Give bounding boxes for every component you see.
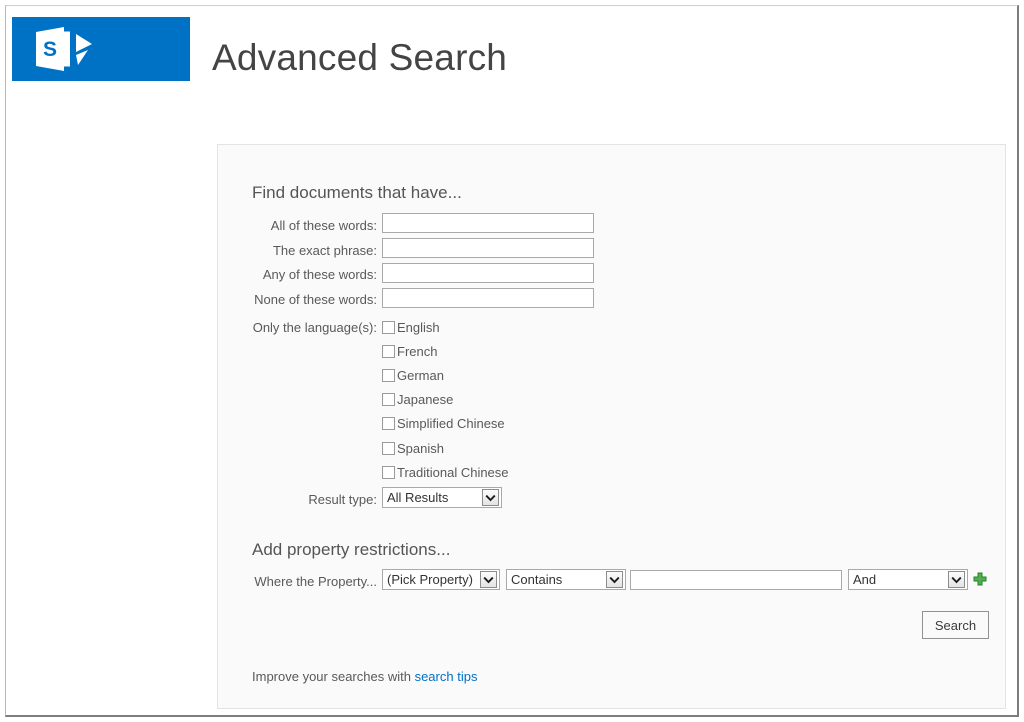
language-checkbox-list: English French German Japanese Simplifie…	[382, 315, 509, 484]
checkbox-english[interactable]	[382, 320, 395, 334]
language-label-japanese: Japanese	[397, 392, 454, 408]
property-conjunction-select[interactable]: And	[848, 569, 968, 590]
search-button[interactable]: Search	[922, 611, 989, 639]
language-option-spanish[interactable]: Spanish	[382, 436, 509, 460]
sharepoint-logo-tile: S	[12, 17, 190, 81]
property-operator-select[interactable]: Contains	[506, 569, 626, 590]
all-words-label: All of these words:	[270, 218, 377, 233]
chevron-down-icon[interactable]	[606, 571, 623, 588]
chevron-down-icon[interactable]	[948, 571, 965, 588]
language-label-english: English	[397, 319, 440, 335]
page-title: Advanced Search	[212, 37, 508, 78]
result-type-value: All Results	[387, 490, 449, 505]
language-option-french[interactable]: French	[382, 339, 509, 363]
checkbox-japanese[interactable]	[382, 393, 395, 407]
exact-phrase-input[interactable]	[382, 238, 594, 258]
search-tips-prefix: Improve your searches with	[252, 669, 415, 684]
property-conjunction-value: And	[853, 572, 877, 587]
plus-icon[interactable]	[973, 572, 987, 586]
any-words-input[interactable]	[382, 263, 594, 283]
any-words-label: Any of these words:	[262, 267, 377, 282]
language-label-traditional-chinese: Traditional Chinese	[397, 464, 509, 480]
where-property-label: Where the Property...	[254, 574, 377, 589]
sharepoint-logo-letter: S	[43, 38, 57, 61]
checkbox-simplified-chinese[interactable]	[382, 417, 395, 431]
language-label-german: German	[397, 367, 444, 383]
property-operator-value: Contains	[511, 572, 563, 587]
language-label-spanish: Spanish	[397, 440, 444, 456]
result-type-select[interactable]: All Results	[382, 487, 502, 508]
language-option-english[interactable]: English	[382, 315, 509, 339]
language-option-japanese[interactable]: Japanese	[382, 388, 509, 412]
language-label-french: French	[397, 343, 438, 359]
result-type-label: Result type:	[308, 492, 377, 507]
property-restrictions-heading: Add property restrictions...	[252, 540, 451, 559]
exact-phrase-label: The exact phrase:	[272, 243, 377, 258]
languages-label: Only the language(s):	[252, 320, 377, 335]
language-label-simplified-chinese: Simplified Chinese	[397, 416, 505, 432]
property-name-value: (Pick Property)	[387, 572, 473, 587]
language-option-simplified-chinese[interactable]: Simplified Chinese	[382, 412, 509, 436]
language-option-traditional-chinese[interactable]: Traditional Chinese	[382, 460, 509, 484]
checkbox-spanish[interactable]	[382, 441, 395, 455]
checkbox-german[interactable]	[382, 368, 395, 382]
browser-page-frame: S Advanced Search Find documents that ha…	[5, 5, 1019, 717]
chevron-down-icon[interactable]	[480, 571, 497, 588]
checkbox-french[interactable]	[382, 344, 395, 358]
chevron-down-icon[interactable]	[482, 489, 499, 506]
checkbox-traditional-chinese[interactable]	[382, 465, 395, 479]
all-words-input[interactable]	[382, 213, 594, 233]
find-documents-heading: Find documents that have...	[252, 183, 462, 202]
none-words-label: None of these words:	[254, 292, 377, 307]
none-words-input[interactable]	[382, 288, 594, 308]
page-header: S Advanced Search	[6, 6, 1017, 106]
search-tips-line: Improve your searches with search tips	[252, 669, 477, 684]
search-tips-link[interactable]: search tips	[415, 669, 478, 684]
sharepoint-logo-icon: S	[36, 27, 92, 71]
language-option-german[interactable]: German	[382, 363, 509, 387]
property-name-select[interactable]: (Pick Property)	[382, 569, 500, 590]
property-value-input[interactable]	[630, 570, 842, 590]
advanced-search-panel: Find documents that have... All of these…	[217, 144, 1006, 709]
